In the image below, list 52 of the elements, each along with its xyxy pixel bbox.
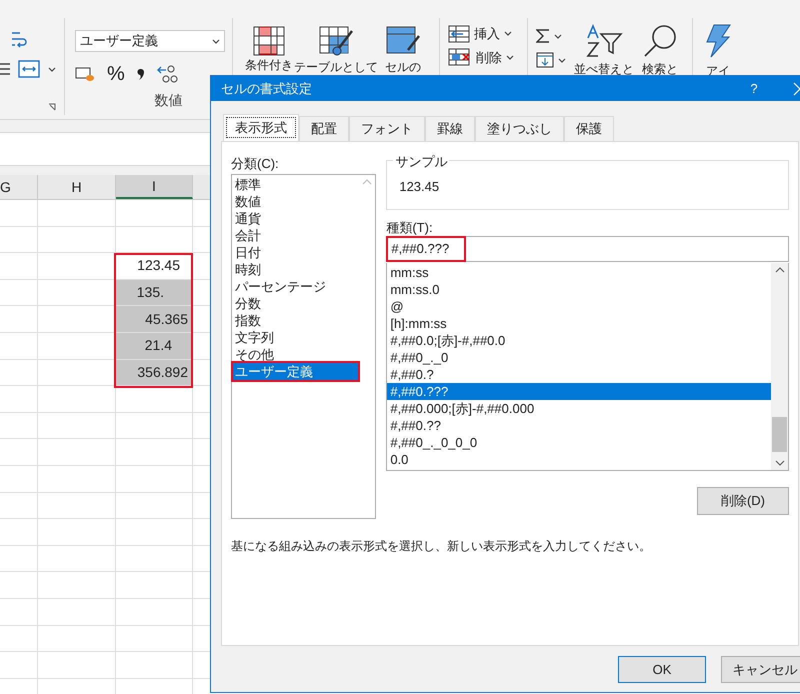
tab[interactable]: フォント bbox=[349, 116, 425, 141]
format-item[interactable]: #,##0.0;[赤]-#,##0.0 bbox=[387, 332, 771, 349]
delete-button[interactable]: 削除(D) bbox=[697, 487, 789, 515]
table-cell[interactable]: 21.4 bbox=[116, 332, 193, 359]
tab[interactable]: 配置 bbox=[299, 116, 349, 141]
format-item[interactable]: #,##0_._0_0_0 bbox=[387, 434, 771, 451]
format-item[interactable]: 0.0 bbox=[387, 451, 771, 468]
category-item[interactable]: 分数 bbox=[233, 295, 358, 312]
number-format-dropdown[interactable]: ユーザー定義 bbox=[75, 30, 225, 52]
format-item[interactable]: #,##0_._0 bbox=[387, 349, 771, 366]
ribbon-button[interactable]: 並べ替えと bbox=[574, 24, 634, 115]
category-item[interactable]: パーセンテージ bbox=[233, 278, 358, 295]
tab[interactable]: 塗りつぶし bbox=[475, 116, 564, 141]
sample-value: 123.45 bbox=[399, 179, 440, 194]
format-item[interactable]: #,##0.??? bbox=[387, 383, 771, 400]
tab[interactable]: 表示形式 bbox=[223, 114, 299, 141]
ribbon-button[interactable]: 挿入 bbox=[448, 24, 519, 44]
category-item[interactable]: その他 bbox=[233, 346, 358, 363]
description-text: 基になる組み込みの表示形式を選択し、新しい表示形式を入力してください。 bbox=[231, 538, 652, 555]
format-item[interactable]: #,##0.000;[赤]-#,##0.000 bbox=[387, 400, 771, 417]
format-item[interactable]: mm:ss bbox=[387, 264, 771, 281]
category-label: 分類(C): bbox=[231, 155, 280, 173]
ribbon-button[interactable]: 検索と bbox=[642, 24, 678, 115]
category-item[interactable]: 時刻 bbox=[233, 261, 358, 278]
number-group-label: 数値 bbox=[154, 91, 182, 110]
category-item[interactable]: 標準 bbox=[233, 176, 358, 193]
category-item[interactable]: ユーザー定義 bbox=[233, 363, 358, 380]
type-label: 種類(T): bbox=[386, 219, 434, 236]
table-cell[interactable]: 45.365 bbox=[116, 306, 193, 332]
category-item[interactable]: 文字列 bbox=[233, 329, 358, 346]
ok-button[interactable]: OK bbox=[618, 656, 706, 683]
category-item[interactable]: 指数 bbox=[233, 312, 358, 329]
tab[interactable]: 罫線 bbox=[425, 116, 475, 141]
format-item[interactable]: @ bbox=[387, 298, 771, 315]
cancel-button[interactable]: キャンセル bbox=[721, 656, 800, 683]
column-header[interactable]: G bbox=[0, 175, 38, 199]
percent-style-button[interactable]: % bbox=[107, 64, 125, 84]
category-item[interactable]: 通貨 bbox=[233, 210, 358, 227]
format-item[interactable]: [h]:mm:ss bbox=[387, 315, 771, 332]
ribbon-button[interactable]: 削除 bbox=[448, 48, 519, 67]
category-item[interactable]: 会計 bbox=[233, 227, 358, 244]
format-item[interactable]: #,##0.? bbox=[387, 366, 771, 383]
table-cell[interactable]: 356.892 bbox=[116, 360, 193, 386]
table-cell[interactable]: 135. bbox=[116, 280, 193, 306]
category-item[interactable]: 日付 bbox=[233, 244, 358, 261]
format-item[interactable]: #,##0.?? bbox=[387, 417, 771, 434]
window-title: セルの書式設定 bbox=[221, 80, 313, 98]
help-button[interactable]: ? bbox=[739, 78, 769, 98]
format-item[interactable]: mm:ss.0 bbox=[387, 281, 771, 298]
category-item[interactable]: 数値 bbox=[233, 193, 358, 210]
tab[interactable]: 保護 bbox=[564, 116, 614, 141]
column-header[interactable]: I bbox=[116, 175, 193, 199]
